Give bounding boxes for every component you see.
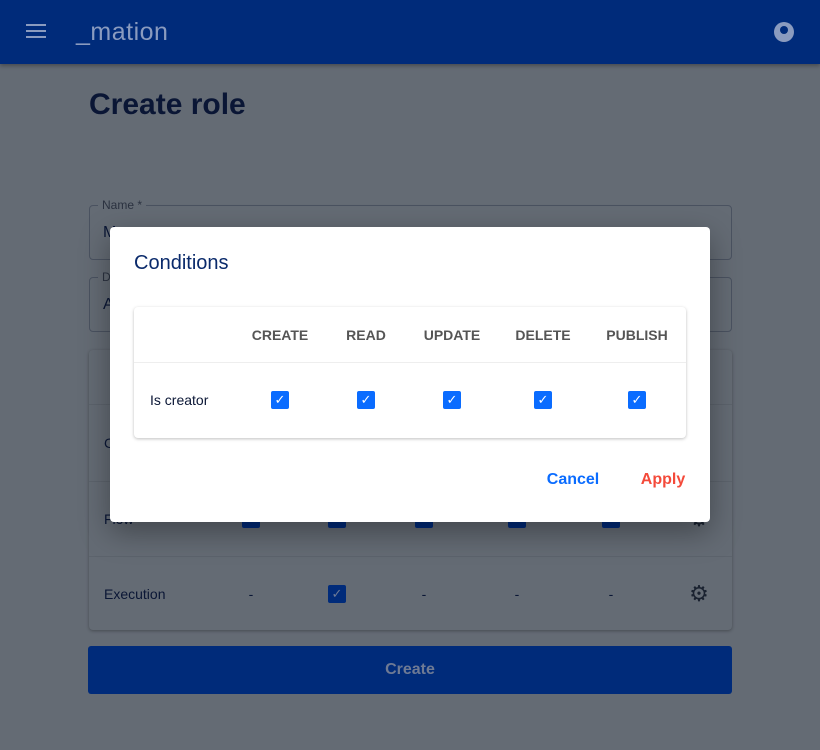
hamburger-icon[interactable]: [26, 24, 46, 40]
account-circle-icon[interactable]: [774, 22, 794, 42]
conditions-table: CREATE READ UPDATE DELETE PUBLISH Is cre…: [134, 307, 686, 438]
read-checkbox[interactable]: ✓: [357, 391, 375, 409]
cancel-button[interactable]: Cancel: [547, 471, 599, 489]
gear-icon[interactable]: ⚙: [689, 581, 709, 607]
table-row: Is creator ✓ ✓ ✓ ✓ ✓: [134, 363, 686, 438]
delete-checkbox[interactable]: ✓: [534, 391, 552, 409]
page-title: Create role: [89, 88, 246, 121]
column-read: READ: [346, 327, 386, 343]
table-header: CREATE READ UPDATE DELETE PUBLISH: [134, 307, 686, 363]
column-delete: DELETE: [515, 327, 571, 343]
create-button[interactable]: Create: [88, 646, 732, 694]
publish-checkbox[interactable]: ✓: [628, 391, 646, 409]
table-row: Execution - ✓ - - - ⚙: [89, 556, 732, 630]
cell-empty: -: [248, 585, 254, 602]
row-name: Is creator: [150, 392, 209, 408]
name-label: Name *: [98, 198, 147, 212]
update-checkbox[interactable]: ✓: [443, 391, 461, 409]
cell-empty: -: [421, 585, 427, 602]
cell-empty: -: [514, 585, 520, 602]
column-create: CREATE: [251, 327, 309, 343]
cell-empty: -: [608, 585, 614, 602]
conditions-dialog: Conditions CREATE READ UPDATE DELETE PUB…: [110, 227, 710, 522]
row-name: Execution: [104, 585, 166, 602]
column-update: UPDATE: [423, 327, 481, 343]
checkbox[interactable]: ✓: [328, 584, 346, 603]
apply-button[interactable]: Apply: [641, 471, 685, 489]
create-checkbox[interactable]: ✓: [271, 391, 289, 409]
app-header: _mation: [0, 0, 820, 64]
column-publish: PUBLISH: [606, 327, 668, 343]
logo: _mation: [76, 18, 169, 46]
dialog-title: Conditions: [134, 252, 229, 274]
